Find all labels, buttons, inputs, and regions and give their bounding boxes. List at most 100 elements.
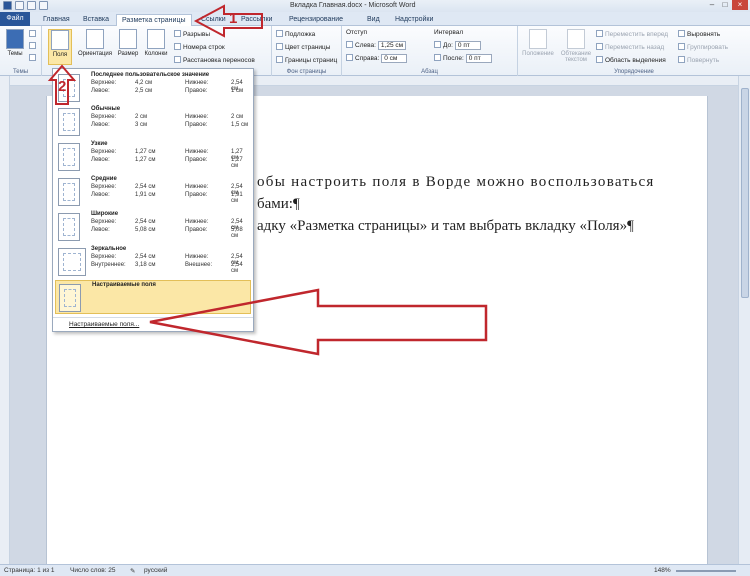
- bottom-value: 2 см: [231, 114, 244, 120]
- group-label: Фон страницы: [286, 69, 327, 75]
- page-color-button[interactable]: Цвет страницы: [276, 43, 330, 51]
- margin-preset-moderate[interactable]: Средние Верхнее: 2,54 см Нижнее: 2,54 см…: [55, 175, 251, 209]
- minimize-button[interactable]: –: [706, 0, 718, 10]
- spacing-before: До: 0 пт: [434, 41, 481, 50]
- align-label: Выровнять: [687, 31, 721, 38]
- page-preview-icon: [58, 143, 80, 171]
- themes-button[interactable]: Темы: [3, 29, 27, 65]
- breaks-button[interactable]: Разрывы: [174, 30, 210, 38]
- tab-references[interactable]: Ссылки: [196, 14, 231, 26]
- page-count[interactable]: Страница: 1 из 1: [4, 567, 55, 574]
- right-label: Правое:: [185, 122, 208, 128]
- theme-effects-icon[interactable]: [29, 54, 38, 62]
- top-value: 2,54 см: [135, 184, 156, 190]
- vertical-ruler[interactable]: [0, 76, 10, 564]
- bring-forward-button[interactable]: Переместить вперед: [596, 30, 668, 38]
- left-label: Левое:: [91, 88, 110, 94]
- document-line-3: адку «Разметка страницы» и там выбрать в…: [257, 218, 634, 234]
- group-label: Абзац: [421, 69, 438, 75]
- proofing-icon[interactable]: ✎: [130, 567, 135, 575]
- tab-insert[interactable]: Вставка: [78, 14, 114, 26]
- page-color-label: Цвет страницы: [285, 44, 331, 51]
- position-button[interactable]: Положение: [522, 29, 554, 65]
- themes-label: Темы: [7, 51, 23, 57]
- bottom-label: Нижнее:: [185, 254, 209, 260]
- vertical-scrollbar[interactable]: [738, 76, 750, 564]
- align-icon: [678, 30, 685, 37]
- watermark-button[interactable]: Подложка: [276, 30, 315, 38]
- tab-home[interactable]: Главная: [38, 14, 75, 26]
- margins-button[interactable]: Поля: [48, 29, 72, 65]
- left-value: 2,5 см: [135, 88, 153, 94]
- left-value: 1,27 см: [135, 157, 156, 163]
- wrap-text-button[interactable]: Обтекание текстом: [558, 29, 594, 65]
- tab-mailings[interactable]: Рассылки: [236, 14, 277, 26]
- undo-icon[interactable]: [27, 1, 36, 10]
- zoom-slider[interactable]: [676, 570, 736, 572]
- selection-pane-label: Область выделения: [605, 57, 666, 64]
- theme-fonts-icon[interactable]: [29, 42, 38, 50]
- send-backward-button[interactable]: Переместить назад: [596, 43, 664, 51]
- selection-pane-button[interactable]: Область выделения: [596, 56, 666, 64]
- margin-preset-normal[interactable]: Обычные Верхнее: 2 см Нижнее: 2 см Левое…: [55, 105, 251, 139]
- left-label: Внутреннее:: [91, 262, 126, 268]
- preset-name: Настраиваемые поля: [92, 282, 156, 288]
- margin-preset-wide[interactable]: Широкие Верхнее: 2,54 см Нижнее: 2,54 см…: [55, 210, 251, 244]
- line-numbers-button[interactable]: Номера строк: [174, 43, 225, 51]
- margins-label: Поля: [52, 52, 68, 58]
- top-value: 4,2 см: [135, 80, 153, 86]
- word-count[interactable]: Число слов: 25: [70, 567, 116, 574]
- group-icon: [678, 43, 685, 50]
- wrap-text-label: Обтекание текстом: [560, 51, 592, 63]
- indent-right-input[interactable]: 0 см: [381, 54, 408, 63]
- page-borders-icon: [276, 56, 283, 63]
- columns-button[interactable]: Колонки: [142, 29, 170, 65]
- preset-name: Широкие: [91, 211, 119, 217]
- close-button[interactable]: ×: [732, 0, 748, 10]
- align-button[interactable]: Выровнять: [678, 30, 720, 38]
- top-value: 2 см: [135, 114, 148, 120]
- word-icon: [3, 1, 12, 10]
- spacing-after-input[interactable]: 0 пт: [465, 54, 492, 63]
- orientation-button[interactable]: Ориентация: [76, 29, 114, 65]
- hyphenation-icon: [174, 56, 181, 63]
- tab-review[interactable]: Рецензирование: [284, 14, 348, 26]
- margin-preset-last-custom[interactable]: Последнее пользовательское значение Верх…: [55, 71, 251, 105]
- page-color-icon: [276, 43, 283, 50]
- rotate-label: Повернуть: [687, 57, 720, 64]
- tab-file[interactable]: Файл: [0, 12, 30, 26]
- preset-name: Последнее пользовательское значение: [91, 72, 210, 78]
- page-borders-button[interactable]: Границы страниц: [276, 56, 337, 64]
- group-objects-button[interactable]: Группировать: [678, 43, 728, 51]
- theme-colors-icon[interactable]: [29, 30, 38, 38]
- save-icon[interactable]: [15, 1, 24, 10]
- tab-addins[interactable]: Надстройки: [390, 14, 438, 26]
- custom-margins-label: Настраиваемые поля...: [69, 321, 140, 328]
- size-icon: [119, 29, 137, 49]
- right-label: Правое:: [185, 227, 208, 233]
- margin-preset-narrow[interactable]: Узкие Верхнее: 1,27 см Нижнее: 1,27 см Л…: [55, 140, 251, 174]
- zoom-level[interactable]: 148%: [654, 567, 671, 574]
- margin-preset-custom[interactable]: Настраиваемые поля: [55, 280, 251, 314]
- preset-name: Средние: [91, 176, 117, 182]
- hyphenation-button[interactable]: Расстановка переносов: [174, 56, 255, 64]
- redo-icon[interactable]: [39, 1, 48, 10]
- bottom-label: Нижнее:: [185, 149, 209, 155]
- custom-margins-link[interactable]: Настраиваемые поля...: [53, 317, 253, 331]
- send-backward-label: Переместить назад: [605, 44, 665, 51]
- ribbon-tabs: Файл Главная Вставка Разметка страницы С…: [0, 12, 750, 27]
- tab-view[interactable]: Вид: [362, 14, 385, 26]
- spacing-after: После: 0 пт: [434, 54, 492, 63]
- maximize-button[interactable]: □: [719, 0, 731, 10]
- document-line-1: обы настроить поля в Ворде можно восполь…: [257, 174, 655, 190]
- language[interactable]: русский: [144, 567, 167, 574]
- scrollbar-thumb[interactable]: [741, 88, 749, 298]
- themes-icon: [6, 29, 24, 49]
- indent-left-input[interactable]: 1,25 см: [377, 41, 407, 50]
- watermark-icon: [276, 30, 283, 37]
- rotate-button[interactable]: Повернуть: [678, 56, 719, 64]
- size-button[interactable]: Размер: [116, 29, 140, 65]
- bring-forward-label: Переместить вперед: [605, 31, 669, 38]
- spacing-before-input[interactable]: 0 пт: [454, 41, 481, 50]
- margin-preset-mirrored[interactable]: Зеркальное Верхнее: 2,54 см Нижнее: 2,54…: [55, 245, 251, 279]
